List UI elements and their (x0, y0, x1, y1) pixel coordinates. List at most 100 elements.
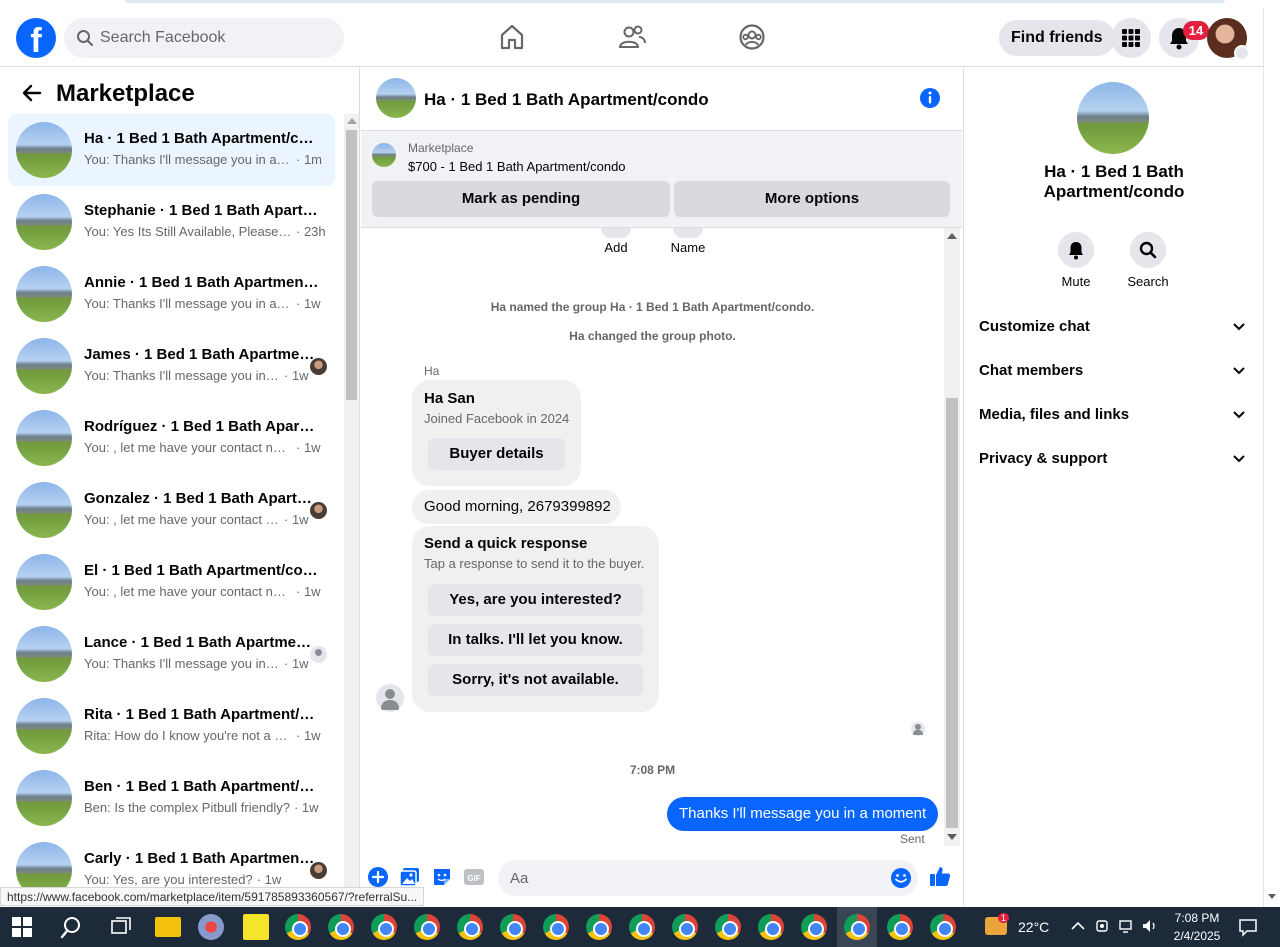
file-explorer-icon[interactable] (155, 917, 181, 937)
chat-title[interactable]: Ha · 1 Bed 1 Bath Apartment/condo (424, 90, 709, 110)
app-icon[interactable] (198, 914, 224, 940)
chrome-window-icon[interactable] (844, 914, 870, 940)
mute-action[interactable]: Mute (1046, 232, 1106, 289)
menu-button[interactable] (1111, 18, 1151, 58)
chrome-window-icon[interactable] (371, 914, 397, 940)
plus-circle-icon[interactable] (367, 866, 389, 888)
conversation-item[interactable]: Lance · 1 Bed 1 Bath Apartment/condo You:… (8, 618, 335, 690)
scroll-down-icon[interactable] (1268, 894, 1276, 899)
facebook-logo[interactable]: f (16, 18, 56, 58)
groups-icon[interactable] (737, 22, 767, 52)
scroll-thumb[interactable] (346, 130, 357, 400)
mute-button[interactable] (1058, 232, 1094, 268)
clock-date[interactable]: 2/4/2025 (1170, 929, 1224, 943)
group-name: Ha · 1 Bed 1 Bath Apartment/condo (1043, 162, 1185, 201)
my-message-bubble[interactable]: Thanks I'll message you in a moment (667, 797, 939, 831)
chrome-window-icon[interactable] (328, 914, 354, 940)
add-label[interactable]: Add (593, 240, 639, 255)
conversation-item[interactable]: Rodríguez · 1 Bed 1 Bath Apartment/condo… (8, 402, 335, 474)
taskbar-search-icon[interactable] (60, 914, 86, 940)
windows-start-icon[interactable] (12, 917, 32, 937)
conversation-item[interactable]: Stephanie · 1 Bed 1 Bath Apartment/condo… (8, 186, 335, 258)
sidebar-scrollbar[interactable] (344, 114, 359, 890)
back-arrow-icon[interactable] (22, 84, 42, 102)
thumbs-up-icon[interactable] (928, 864, 952, 888)
listing-thumbnail[interactable] (372, 143, 396, 167)
details-section[interactable]: Media, files and links (979, 406, 1249, 430)
quick-response-card: Send a quick response Tap a response to … (412, 526, 659, 712)
meet-now-icon[interactable] (1094, 918, 1110, 934)
listing-price[interactable]: $700 - 1 Bed 1 Bath Apartment/condo (408, 159, 626, 174)
conversation-item[interactable]: James · 1 Bed 1 Bath Apartment/condo You:… (8, 330, 335, 402)
details-section[interactable]: Chat members (979, 362, 1249, 386)
buyer-details-button[interactable]: Buyer details (428, 438, 565, 470)
profile-avatar[interactable] (1207, 18, 1250, 61)
sender-avatar[interactable] (376, 684, 404, 712)
conversation-item[interactable]: Ben · 1 Bed 1 Bath Apartment/condo Ben: I… (8, 762, 335, 834)
network-icon[interactable] (1118, 918, 1136, 934)
chrome-window-icon[interactable] (543, 914, 569, 940)
more-options-button[interactable]: More options (674, 181, 950, 217)
conversation-item[interactable]: Carly · 1 Bed 1 Bath Apartment/condo You:… (8, 834, 335, 890)
scroll-up-icon[interactable] (947, 233, 957, 239)
message-input-box[interactable] (498, 860, 918, 896)
mark-as-pending-button[interactable]: Mark as pending (372, 181, 670, 217)
quick-response-yes-button[interactable]: Yes, are you interested? (428, 584, 643, 616)
windows-taskbar: 1 22°C 7:08 PM 2/4/2025 (0, 907, 1280, 947)
system-message: Ha changed the group photo. (569, 329, 736, 343)
scroll-up-icon[interactable] (347, 118, 357, 124)
details-section[interactable]: Customize chat (979, 318, 1249, 342)
details-section[interactable]: Privacy & support (979, 450, 1249, 474)
chrome-window-icon[interactable] (758, 914, 784, 940)
search-box[interactable] (64, 18, 344, 58)
scroll-thumb[interactable] (946, 398, 958, 828)
temperature[interactable]: 22°C (1018, 919, 1049, 935)
conversation-thumbnail (16, 266, 72, 322)
chrome-window-icon[interactable] (457, 914, 483, 940)
scroll-down-icon[interactable] (947, 834, 957, 840)
chrome-window-icon[interactable] (887, 914, 913, 940)
search-action[interactable]: Search (1118, 232, 1178, 289)
task-view-icon[interactable] (108, 914, 134, 940)
name-label[interactable]: Name (665, 240, 711, 255)
group-avatar[interactable] (1077, 82, 1149, 154)
page-scrollbar[interactable] (1263, 8, 1280, 907)
search-input[interactable] (100, 18, 330, 58)
photo-icon[interactable] (399, 866, 421, 888)
conversation-item[interactable]: El · 1 Bed 1 Bath Apartment/condo You: , … (8, 546, 335, 618)
conversation-item[interactable]: Rita · 1 Bed 1 Bath Apartment/condo Rita:… (8, 690, 335, 762)
chrome-window-icon[interactable] (500, 914, 526, 940)
emoji-icon[interactable] (890, 867, 912, 889)
friends-icon[interactable] (617, 22, 647, 52)
add-people-circle[interactable] (601, 228, 631, 238)
gif-icon[interactable]: GIF (463, 866, 485, 888)
search-button[interactable] (1130, 232, 1166, 268)
name-group-circle[interactable] (673, 228, 703, 238)
message-input[interactable] (510, 860, 880, 896)
clock-time[interactable]: 7:08 PM (1174, 911, 1220, 925)
sticky-notes-icon[interactable] (243, 914, 269, 940)
chrome-window-icon[interactable] (414, 914, 440, 940)
info-icon[interactable] (919, 87, 941, 109)
find-friends-button[interactable]: Find friends (999, 20, 1115, 56)
conversation-item[interactable]: Ha · 1 Bed 1 Bath Apartment/condo You: Th… (8, 114, 335, 186)
quick-response-talks-button[interactable]: In talks. I'll let you know. (428, 624, 643, 656)
message-scrollbar[interactable] (944, 228, 960, 846)
chrome-window-icon[interactable] (672, 914, 698, 940)
chrome-window-icon[interactable] (930, 914, 956, 940)
chrome-window-icon[interactable] (285, 914, 311, 940)
conversation-item[interactable]: Annie · 1 Bed 1 Bath Apartment/condo You:… (8, 258, 335, 330)
notifications-center-icon[interactable] (1238, 917, 1258, 937)
conversation-item[interactable]: Gonzalez · 1 Bed 1 Bath Apartment/condo Y… (8, 474, 335, 546)
home-icon[interactable] (497, 22, 527, 52)
conversation-title: Stephanie · 1 Bed 1 Bath Apartment/condo (84, 202, 319, 219)
chrome-window-icon[interactable] (586, 914, 612, 940)
quick-response-unavailable-button[interactable]: Sorry, it's not available. (428, 664, 643, 696)
chat-avatar[interactable] (376, 78, 416, 118)
chevron-up-icon[interactable] (1071, 921, 1085, 931)
sticker-icon[interactable] (431, 866, 453, 888)
chrome-window-icon[interactable] (715, 914, 741, 940)
chrome-window-icon[interactable] (801, 914, 827, 940)
volume-icon[interactable] (1141, 918, 1159, 934)
chrome-window-icon[interactable] (629, 914, 655, 940)
